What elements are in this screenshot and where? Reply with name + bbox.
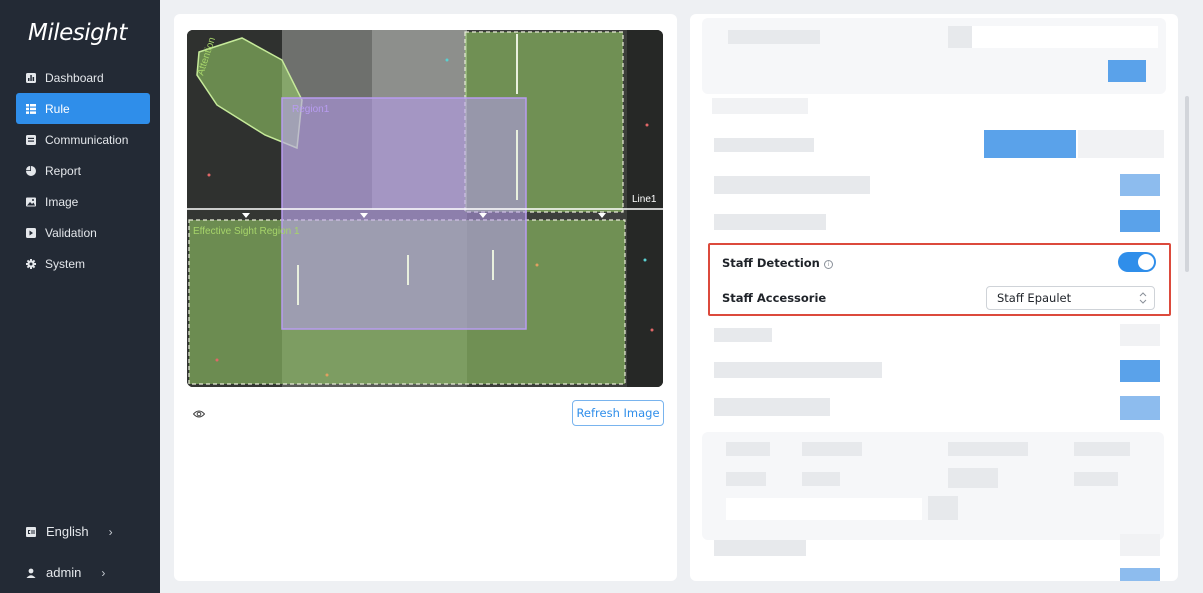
region1-zone — [281, 97, 527, 330]
language-label: English — [46, 524, 89, 539]
nav-label-communication: Communication — [45, 132, 129, 147]
blurred-text — [714, 138, 814, 152]
user-label: admin — [46, 565, 82, 580]
camera-overlay: Attention Region1 Line1 Effective Sight … — [187, 30, 663, 387]
chevron-right-icon: › — [108, 524, 113, 539]
region1-label: Region1 — [292, 104, 330, 115]
blurred-text — [726, 472, 766, 486]
main-nav: Dashboard Rule Communication Report Imag… — [0, 62, 160, 279]
language-selector[interactable]: English › — [0, 516, 160, 547]
blurred-text — [802, 472, 840, 486]
gear-icon — [26, 258, 36, 269]
blurred-text — [948, 442, 1028, 456]
blurred-text — [714, 214, 826, 230]
camera-panel: Attention Region1 Line1 Effective Sight … — [174, 14, 677, 581]
nav-label-system: System — [45, 256, 86, 271]
blurred-text — [712, 98, 808, 114]
user-menu[interactable]: admin › — [0, 557, 160, 588]
staff-detection-label: Staff Detection i — [722, 256, 833, 270]
nav-item-communication[interactable]: Communication — [16, 124, 150, 155]
blurred-text — [1074, 442, 1130, 456]
nav-label-dashboard: Dashboard — [45, 70, 104, 85]
nav-item-report[interactable]: Report — [16, 155, 150, 186]
staff-accessorie-label: Staff Accessorie — [722, 291, 827, 305]
blurred-text — [714, 176, 870, 194]
language-icon — [26, 526, 36, 537]
info-icon[interactable]: i — [823, 260, 833, 269]
nav-item-system[interactable]: System — [16, 248, 150, 279]
camera-feed[interactable]: Attention Region1 Line1 Effective Sight … — [187, 30, 663, 387]
sidebar-bottom: English › admin › — [0, 516, 160, 588]
blurred-text — [714, 328, 772, 342]
chevron-right-icon: › — [101, 565, 106, 580]
blurred-text — [948, 26, 972, 48]
blurred-control — [1078, 130, 1164, 158]
nav-label-report: Report — [45, 163, 82, 178]
blurred-control — [1120, 360, 1160, 382]
sidebar: Milesight Dashboard Rule Communication R… — [0, 0, 160, 593]
blurred-text — [802, 442, 862, 456]
settings-card — [702, 432, 1164, 540]
blurred-control — [1120, 568, 1160, 581]
nav-label-validation: Validation — [45, 225, 97, 240]
nav-label-rule: Rule — [45, 101, 70, 116]
nav-item-rule[interactable]: Rule — [16, 93, 150, 124]
blurred-text — [948, 468, 998, 488]
blurred-control — [1108, 60, 1146, 82]
blurred-control — [1120, 174, 1160, 196]
select-arrows-icon — [1139, 291, 1147, 305]
blurred-control — [984, 130, 1076, 158]
staff-accessorie-select[interactable]: Staff Epaulet — [986, 286, 1155, 310]
blurred-control — [1120, 534, 1160, 556]
blurred-text — [714, 540, 806, 556]
nav-label-image: Image — [45, 194, 79, 209]
image-icon — [26, 197, 36, 207]
pie-chart-icon — [26, 165, 36, 176]
staff-accessorie-value: Staff Epaulet — [997, 291, 1072, 305]
settings-card — [702, 18, 1166, 94]
blurred-control — [928, 496, 958, 520]
staff-settings-highlight: Staff Detection i Staff Accessorie Staff … — [708, 243, 1171, 316]
settings-panel: Staff Detection i Staff Accessorie Staff … — [690, 14, 1178, 581]
blurred-control — [1120, 324, 1160, 346]
blurred-text — [728, 30, 820, 44]
brand-logo: Milesight — [28, 20, 127, 46]
nav-item-dashboard[interactable]: Dashboard — [16, 62, 150, 93]
list-icon — [26, 103, 36, 114]
blurred-text — [726, 442, 770, 456]
bar-chart-icon — [26, 72, 36, 83]
validation-icon — [26, 227, 36, 238]
blurred-text — [972, 26, 1158, 48]
effective-sight-region-label: Effective Sight Region 1 — [193, 226, 300, 237]
nav-item-validation[interactable]: Validation — [16, 217, 150, 248]
settings-scrollbar[interactable] — [1185, 96, 1189, 272]
blurred-input — [726, 498, 922, 520]
blurred-text — [714, 398, 830, 416]
eye-icon[interactable] — [192, 406, 206, 418]
user-icon — [26, 568, 36, 578]
refresh-image-button[interactable]: Refresh Image — [572, 400, 664, 426]
blurred-control — [1120, 396, 1160, 420]
staff-detection-text: Staff Detection — [722, 256, 820, 270]
toggle-knob — [1138, 254, 1154, 270]
nav-item-image[interactable]: Image — [16, 186, 150, 217]
message-icon — [26, 134, 36, 145]
blurred-text — [714, 362, 882, 378]
staff-detection-toggle[interactable] — [1118, 252, 1156, 272]
blurred-text — [1074, 472, 1118, 486]
line1-label: Line1 — [632, 194, 657, 205]
blurred-control — [1120, 210, 1160, 232]
